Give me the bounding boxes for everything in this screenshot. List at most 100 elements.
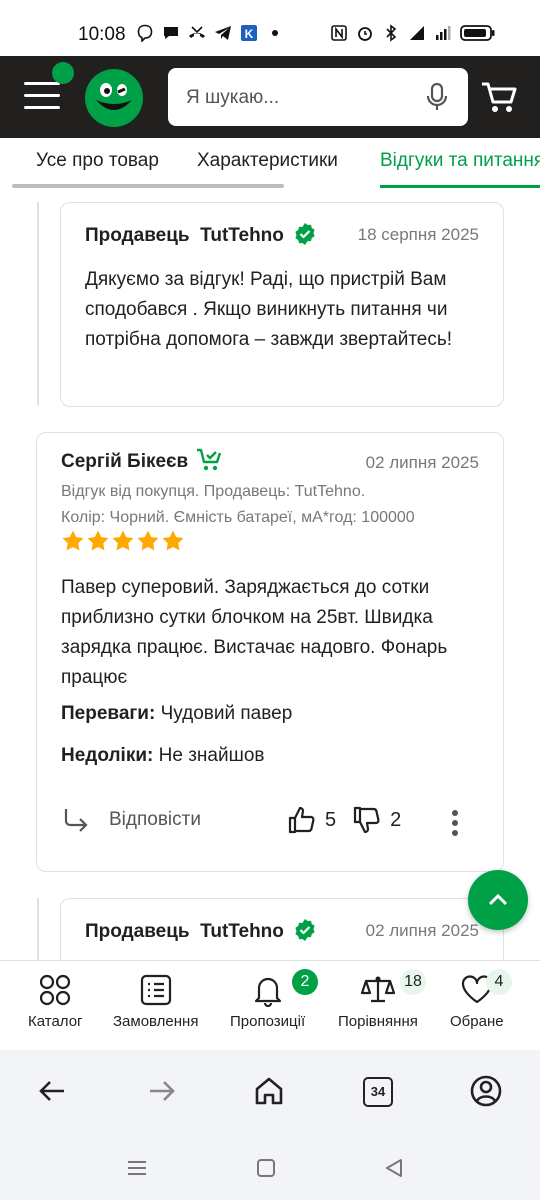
back-button-icon[interactable] bbox=[382, 1156, 406, 1180]
thumbs-down-icon[interactable] bbox=[352, 805, 382, 835]
viber-icon bbox=[137, 24, 153, 42]
tab-switcher-button[interactable]: 34 bbox=[363, 1077, 393, 1107]
review-card: Сергій Бікеєв 02 липня 2025 Відгук від п… bbox=[36, 432, 504, 872]
system-navigation bbox=[0, 1140, 540, 1200]
review-date: 02 липня 2025 bbox=[365, 453, 479, 472]
signal-4g-icon bbox=[410, 26, 424, 40]
tab-reviews-questions[interactable]: Відгуки та питання bbox=[380, 150, 540, 172]
reply-text: Дякуємо за відгук! Раді, що пристрій Вам… bbox=[85, 269, 453, 350]
bottom-navigation: Каталог Замовлення Пропозиції 2 Порівнян… bbox=[0, 960, 540, 1050]
verified-badge-icon bbox=[295, 223, 315, 246]
telegram-icon bbox=[215, 26, 231, 40]
reply-thread-line bbox=[37, 898, 39, 960]
tabs-scrollbar bbox=[12, 184, 284, 188]
microphone-icon[interactable] bbox=[422, 82, 452, 112]
star-icon bbox=[87, 530, 109, 551]
nav-catalog-label: Каталог bbox=[28, 1013, 83, 1030]
menu-notification-dot bbox=[52, 62, 74, 84]
cons-label: Недоліки: bbox=[61, 745, 154, 766]
seller-reply-title: Продавець TutTehno bbox=[85, 919, 317, 943]
reply-arrow-icon bbox=[64, 809, 88, 832]
orders-icon bbox=[140, 974, 171, 1006]
catalog-icon bbox=[40, 974, 71, 1006]
nav-compare[interactable]: Порівняння 18 bbox=[338, 969, 426, 1030]
seller-reply-card: Продавець TutTehno 02 липня 2025 bbox=[60, 898, 504, 960]
offers-badge: 2 bbox=[292, 969, 318, 995]
scroll-to-top-button[interactable] bbox=[468, 870, 528, 930]
battery-icon bbox=[460, 25, 495, 41]
tab-all-about-product[interactable]: Усе про товар bbox=[36, 150, 159, 172]
home-button-icon[interactable] bbox=[254, 1156, 278, 1180]
bluetooth-icon bbox=[386, 24, 397, 42]
star-icon bbox=[162, 530, 184, 551]
nav-favorites-label: Обране bbox=[450, 1013, 504, 1030]
reply-seller-name: TutTehno bbox=[200, 225, 284, 246]
nav-compare-label: Порівняння bbox=[338, 1013, 418, 1030]
chat-icon bbox=[164, 27, 178, 39]
nav-favorites[interactable]: Обране 4 bbox=[450, 969, 512, 1030]
back-arrow-icon[interactable] bbox=[36, 1074, 70, 1108]
missed-call-icon bbox=[189, 26, 205, 38]
favorites-badge: 4 bbox=[486, 969, 512, 995]
review-cons: Недоліки: Не знайшов bbox=[61, 745, 265, 767]
likes-count: 5 bbox=[325, 808, 337, 831]
profile-icon[interactable] bbox=[469, 1074, 503, 1108]
active-tab-indicator bbox=[380, 185, 540, 188]
search-placeholder: Я шукаю... bbox=[186, 87, 280, 108]
review-meta-attributes: Колір: Чорний. Ємність батареї, мА*год: … bbox=[61, 509, 415, 526]
browser-toolbar bbox=[0, 1050, 540, 1140]
reply-seller-label: Продавець bbox=[85, 921, 190, 942]
reply-seller-label: Продавець bbox=[85, 225, 190, 246]
verified-badge-icon bbox=[295, 919, 315, 942]
kyivstar-icon: K bbox=[241, 25, 257, 41]
menu-button[interactable] bbox=[24, 82, 60, 112]
reply-seller-name: TutTehno bbox=[200, 921, 284, 942]
nav-offers-label: Пропозиції bbox=[230, 1013, 306, 1030]
status-bar: 10:08 K bbox=[0, 0, 540, 56]
star-icon bbox=[112, 530, 134, 551]
reply-label: Відповісти bbox=[109, 809, 201, 830]
pros-label: Переваги: bbox=[61, 703, 156, 724]
bell-icon bbox=[254, 977, 281, 1007]
nfc-icon bbox=[331, 25, 347, 41]
rating-stars bbox=[61, 529, 185, 553]
signal-icon bbox=[436, 26, 451, 40]
review-votes: 5 2 bbox=[287, 805, 417, 835]
review-author-name: Сергій Бікеєв bbox=[61, 451, 189, 473]
seller-reply-card: Продавець TutTehno 18 серпня 2025 Дякуєм… bbox=[60, 202, 504, 407]
menu-icon bbox=[24, 82, 60, 85]
cart-icon[interactable] bbox=[480, 78, 518, 116]
review-pros: Переваги: Чудовий павер bbox=[61, 703, 292, 725]
nav-orders[interactable]: Замовлення bbox=[113, 973, 198, 1030]
alarm-icon bbox=[358, 27, 372, 41]
app-header: Я шукаю... bbox=[0, 56, 540, 138]
dislikes-count: 2 bbox=[390, 808, 402, 831]
cons-text: Не знайшов bbox=[158, 745, 265, 766]
scales-icon bbox=[360, 976, 395, 1003]
svg-text:K: K bbox=[245, 27, 254, 41]
compare-badge: 18 bbox=[400, 969, 426, 995]
search-field[interactable]: Я шукаю... bbox=[168, 68, 468, 126]
reviews-content: Продавець TutTehno 18 серпня 2025 Дякуєм… bbox=[0, 190, 540, 960]
chevron-up-icon bbox=[488, 893, 508, 906]
thumbs-up-icon[interactable] bbox=[287, 805, 317, 835]
home-icon[interactable] bbox=[252, 1074, 286, 1108]
rozetka-logo-icon[interactable] bbox=[84, 68, 144, 128]
nav-catalog[interactable]: Каталог bbox=[28, 973, 83, 1030]
forward-arrow-icon[interactable] bbox=[144, 1074, 178, 1108]
review-meta-seller: Відгук від покупця. Продавець: TutTehno. bbox=[61, 483, 366, 500]
reply-thread-line bbox=[37, 202, 39, 405]
review-text: Павер суперовий. Заряджається до сотки п… bbox=[61, 577, 448, 688]
more-options-icon[interactable] bbox=[451, 809, 459, 837]
star-icon bbox=[137, 530, 159, 551]
reply-date: 02 липня 2025 bbox=[365, 921, 479, 940]
dot-icon bbox=[272, 30, 278, 36]
status-time: 10:08 bbox=[78, 24, 126, 45]
seller-reply-title: Продавець TutTehno bbox=[85, 223, 317, 247]
nav-offers[interactable]: Пропозиції 2 bbox=[230, 969, 318, 1030]
reply-button[interactable]: Відповісти bbox=[61, 805, 201, 835]
recents-icon[interactable] bbox=[125, 1156, 149, 1180]
pros-text: Чудовий павер bbox=[160, 703, 293, 724]
nav-orders-label: Замовлення bbox=[113, 1013, 199, 1030]
tab-characteristics[interactable]: Характеристики bbox=[197, 150, 338, 172]
